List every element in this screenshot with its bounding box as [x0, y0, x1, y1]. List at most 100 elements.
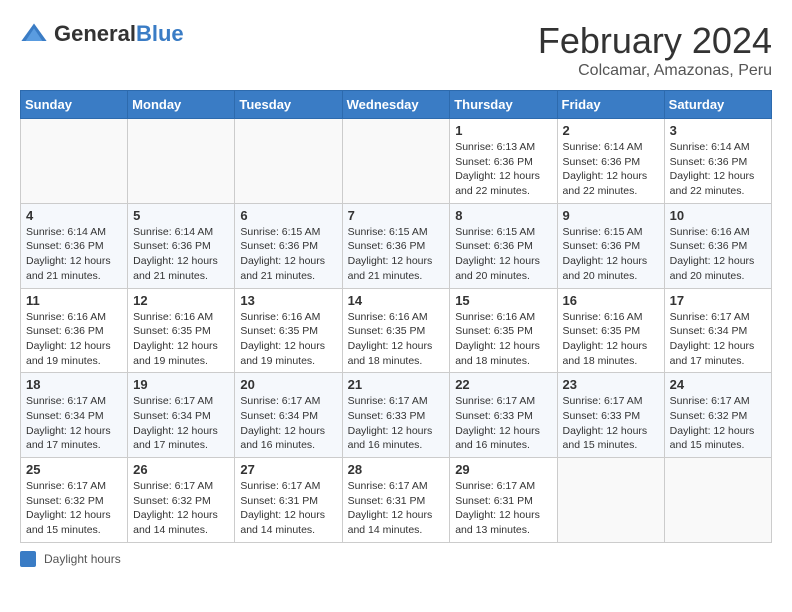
day-number: 16	[563, 293, 659, 308]
month-title: February 2024	[538, 20, 772, 62]
calendar-week-4: 18 Sunrise: 6:17 AM Sunset: 6:34 PM Dayli…	[21, 373, 772, 458]
day-number: 27	[240, 462, 336, 477]
weekday-header-wednesday: Wednesday	[342, 91, 450, 119]
calendar-cell: 28Sunrise: 6:17 AM Sunset: 6:31 PM Dayli…	[342, 458, 450, 543]
calendar-cell: 13Sunrise: 6:16 AM Sunset: 6:35 PM Dayli…	[235, 288, 342, 373]
day-number: 7	[348, 208, 445, 223]
calendar-cell: 16Sunrise: 6:16 AM Sunset: 6:35 PM Dayli…	[557, 288, 664, 373]
day-number: 25	[26, 462, 122, 477]
day-number: 9	[563, 208, 659, 223]
logo-general: General	[54, 21, 136, 46]
calendar-cell: 1Sunrise: 6:13 AM Sunset: 6:36 PM Daylig…	[450, 119, 557, 204]
calendar-cell: 7Sunrise: 6:15 AM Sunset: 6:36 PM Daylig…	[342, 203, 450, 288]
calendar-cell: 27 Sunrise: 6:17 AM Sunset: 6:31 PM Dayli…	[235, 458, 342, 543]
weekday-header-friday: Friday	[557, 91, 664, 119]
calendar-cell	[128, 119, 235, 204]
day-number: 23	[563, 377, 659, 392]
day-info: Sunrise: 6:16 AM Sunset: 6:35 PM Dayligh…	[133, 310, 229, 369]
calendar-cell: 2Sunrise: 6:14 AM Sunset: 6:36 PM Daylig…	[557, 119, 664, 204]
calendar-cell: 9 Sunrise: 6:15 AM Sunset: 6:36 PM Daylig…	[557, 203, 664, 288]
day-number: 10	[670, 208, 766, 223]
day-number: 21	[348, 377, 445, 392]
weekday-header-monday: Monday	[128, 91, 235, 119]
weekday-header-saturday: Saturday	[664, 91, 771, 119]
day-number: 6	[240, 208, 336, 223]
calendar-cell: 17 Sunrise: 6:17 AM Sunset: 6:34 PM Dayli…	[664, 288, 771, 373]
day-info: Sunrise: 6:14 AM Sunset: 6:36 PM Dayligh…	[26, 225, 122, 284]
day-info: Sunrise: 6:17 AM Sunset: 6:34 PM Dayligh…	[670, 310, 766, 369]
calendar-cell: 4 Sunrise: 6:14 AM Sunset: 6:36 PM Daylig…	[21, 203, 128, 288]
day-number: 20	[240, 377, 336, 392]
day-info: Sunrise: 6:14 AM Sunset: 6:36 PM Dayligh…	[670, 140, 766, 199]
day-info: Sunrise: 6:17 AM Sunset: 6:33 PM Dayligh…	[348, 394, 445, 453]
legend-box	[20, 551, 36, 567]
calendar-cell: 12Sunrise: 6:16 AM Sunset: 6:35 PM Dayli…	[128, 288, 235, 373]
weekday-header-thursday: Thursday	[450, 91, 557, 119]
calendar-cell	[21, 119, 128, 204]
calendar-cell: 19Sunrise: 6:17 AM Sunset: 6:34 PM Dayli…	[128, 373, 235, 458]
day-number: 4	[26, 208, 122, 223]
logo: GeneralBlue	[20, 20, 184, 48]
calendar-cell: 10Sunrise: 6:16 AM Sunset: 6:36 PM Dayli…	[664, 203, 771, 288]
day-number: 15	[455, 293, 551, 308]
calendar-cell: 6 Sunrise: 6:15 AM Sunset: 6:36 PM Daylig…	[235, 203, 342, 288]
day-number: 8	[455, 208, 551, 223]
calendar-cell: 20 Sunrise: 6:17 AM Sunset: 6:34 PM Dayli…	[235, 373, 342, 458]
day-info: Sunrise: 6:17 AM Sunset: 6:34 PM Dayligh…	[133, 394, 229, 453]
day-info: Sunrise: 6:17 AM Sunset: 6:31 PM Dayligh…	[455, 479, 551, 538]
calendar-week-3: 11 Sunrise: 6:16 AM Sunset: 6:36 PM Dayli…	[21, 288, 772, 373]
day-info: Sunrise: 6:17 AM Sunset: 6:31 PM Dayligh…	[240, 479, 336, 538]
day-info: Sunrise: 6:17 AM Sunset: 6:33 PM Dayligh…	[563, 394, 659, 453]
day-number: 2	[563, 123, 659, 138]
day-info: Sunrise: 6:16 AM Sunset: 6:35 PM Dayligh…	[240, 310, 336, 369]
day-number: 11	[26, 293, 122, 308]
weekday-header-tuesday: Tuesday	[235, 91, 342, 119]
calendar-cell: 23 Sunrise: 6:17 AM Sunset: 6:33 PM Dayli…	[557, 373, 664, 458]
day-info: Sunrise: 6:17 AM Sunset: 6:32 PM Dayligh…	[26, 479, 122, 538]
day-number: 3	[670, 123, 766, 138]
calendar-cell	[235, 119, 342, 204]
calendar-cell: 26 Sunrise: 6:17 AM Sunset: 6:32 PM Dayli…	[128, 458, 235, 543]
day-number: 5	[133, 208, 229, 223]
weekday-header-sunday: Sunday	[21, 91, 128, 119]
day-info: Sunrise: 6:17 AM Sunset: 6:33 PM Dayligh…	[455, 394, 551, 453]
day-info: Sunrise: 6:17 AM Sunset: 6:34 PM Dayligh…	[26, 394, 122, 453]
calendar-week-2: 4 Sunrise: 6:14 AM Sunset: 6:36 PM Daylig…	[21, 203, 772, 288]
calendar-cell: 24 Sunrise: 6:17 AM Sunset: 6:32 PM Dayli…	[664, 373, 771, 458]
day-number: 28	[348, 462, 445, 477]
day-number: 14	[348, 293, 445, 308]
calendar-week-1: 1Sunrise: 6:13 AM Sunset: 6:36 PM Daylig…	[21, 119, 772, 204]
calendar-cell: 18 Sunrise: 6:17 AM Sunset: 6:34 PM Dayli…	[21, 373, 128, 458]
logo-icon	[20, 20, 48, 48]
day-number: 22	[455, 377, 551, 392]
legend-label: Daylight hours	[44, 552, 121, 566]
day-info: Sunrise: 6:17 AM Sunset: 6:32 PM Dayligh…	[133, 479, 229, 538]
day-info: Sunrise: 6:16 AM Sunset: 6:35 PM Dayligh…	[455, 310, 551, 369]
day-info: Sunrise: 6:15 AM Sunset: 6:36 PM Dayligh…	[240, 225, 336, 284]
day-info: Sunrise: 6:14 AM Sunset: 6:36 PM Dayligh…	[133, 225, 229, 284]
calendar-cell: 8 Sunrise: 6:15 AM Sunset: 6:36 PM Daylig…	[450, 203, 557, 288]
location-title: Colcamar, Amazonas, Peru	[538, 62, 772, 80]
calendar-cell: 21 Sunrise: 6:17 AM Sunset: 6:33 PM Dayli…	[342, 373, 450, 458]
calendar-week-5: 25 Sunrise: 6:17 AM Sunset: 6:32 PM Dayli…	[21, 458, 772, 543]
day-info: Sunrise: 6:15 AM Sunset: 6:36 PM Dayligh…	[455, 225, 551, 284]
calendar-cell: 3 Sunrise: 6:14 AM Sunset: 6:36 PM Daylig…	[664, 119, 771, 204]
day-number: 24	[670, 377, 766, 392]
day-number: 29	[455, 462, 551, 477]
calendar-cell	[342, 119, 450, 204]
day-number: 1	[455, 123, 551, 138]
day-info: Sunrise: 6:16 AM Sunset: 6:36 PM Dayligh…	[26, 310, 122, 369]
day-info: Sunrise: 6:17 AM Sunset: 6:34 PM Dayligh…	[240, 394, 336, 453]
weekday-header-row: SundayMondayTuesdayWednesdayThursdayFrid…	[21, 91, 772, 119]
logo-text: GeneralBlue	[54, 23, 184, 46]
day-number: 18	[26, 377, 122, 392]
day-info: Sunrise: 6:16 AM Sunset: 6:35 PM Dayligh…	[348, 310, 445, 369]
day-number: 26	[133, 462, 229, 477]
day-info: Sunrise: 6:17 AM Sunset: 6:32 PM Dayligh…	[670, 394, 766, 453]
calendar-cell: 11 Sunrise: 6:16 AM Sunset: 6:36 PM Dayli…	[21, 288, 128, 373]
day-info: Sunrise: 6:15 AM Sunset: 6:36 PM Dayligh…	[563, 225, 659, 284]
calendar-cell	[664, 458, 771, 543]
legend-area: Daylight hours	[20, 551, 772, 567]
day-number: 17	[670, 293, 766, 308]
title-area: February 2024 Colcamar, Amazonas, Peru	[538, 20, 772, 80]
